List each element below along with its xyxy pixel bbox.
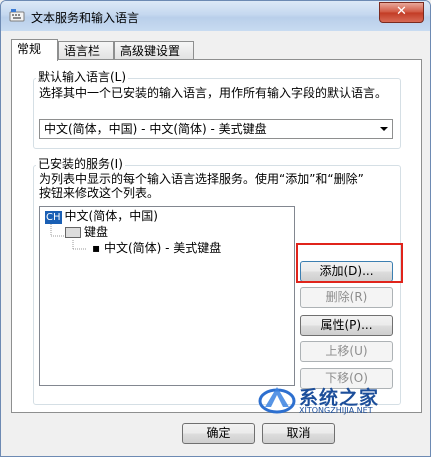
remove-button[interactable]: 删除(R)	[300, 287, 393, 308]
tree-item-layout[interactable]: ▪ 中文(简体) - 美式键盘	[92, 241, 221, 256]
watermark-url: XITONGZHIJIA.NET	[299, 406, 373, 415]
installed-services-description-2: 按钮来修改这个列表。	[39, 186, 160, 200]
properties-button[interactable]: 属性(P)...	[300, 315, 393, 336]
keyboard-app-icon	[9, 9, 25, 22]
default-language-select[interactable]: 中文(简体，中国) - 中文(简体) - 美式键盘	[39, 119, 393, 139]
close-button[interactable]: ✕	[379, 2, 424, 23]
installed-services-label: 已安装的服务(I)	[36, 157, 125, 171]
tab-general[interactable]: 常规	[11, 39, 58, 61]
tree-connector-lines-2	[72, 240, 86, 250]
site-watermark: 系统之家 XITONGZHIJIA.NET	[257, 379, 417, 419]
services-tree[interactable]: CH 中文(简体，中国) 键盘 ▪ 中文(简体) - 美式键盘	[39, 206, 295, 386]
installed-services-description: 为列表中显示的每个输入语言选择服务。使用“添加”和“删除”	[39, 172, 364, 186]
window-title: 文本服务和输入语言	[31, 11, 140, 25]
default-language-label: 默认输入语言(L)	[36, 70, 129, 84]
bullet-icon: ▪	[92, 241, 104, 255]
move-up-button[interactable]: 上移(U)	[300, 341, 393, 362]
ok-button[interactable]: 确定	[182, 423, 255, 444]
title-bar[interactable]: 文本服务和输入语言 ✕	[1, 1, 430, 31]
tree-item-keyboard[interactable]: 键盘	[65, 225, 108, 240]
cancel-button[interactable]: 取消	[262, 423, 335, 444]
add-button-highlight	[296, 243, 403, 283]
chevron-down-icon	[380, 127, 388, 131]
default-language-description: 选择其中一个已安装的输入语言，用作所有输入字段的默认语言。	[39, 86, 388, 100]
keyboard-icon	[65, 227, 81, 238]
tree-language-label: 中文(简体，中国)	[64, 209, 158, 223]
tree-category-label: 键盘	[84, 225, 109, 239]
tab-advanced-key-settings[interactable]: 高级键设置	[114, 41, 194, 59]
language-badge-icon: CH	[45, 211, 62, 224]
site-logo-icon	[258, 387, 296, 414]
dialog-window: 文本服务和输入语言 ✕ 常规 语言栏 高级键设置 默认输入语言(L) 选择其中一…	[0, 0, 431, 457]
tree-item-language[interactable]: CH 中文(简体，中国)	[45, 209, 158, 224]
tab-language-bar[interactable]: 语言栏	[58, 41, 114, 59]
tree-connector-lines	[50, 224, 64, 237]
default-language-value: 中文(简体，中国) - 中文(简体) - 美式键盘	[44, 122, 267, 136]
tree-layout-label: 中文(简体) - 美式键盘	[103, 241, 222, 255]
